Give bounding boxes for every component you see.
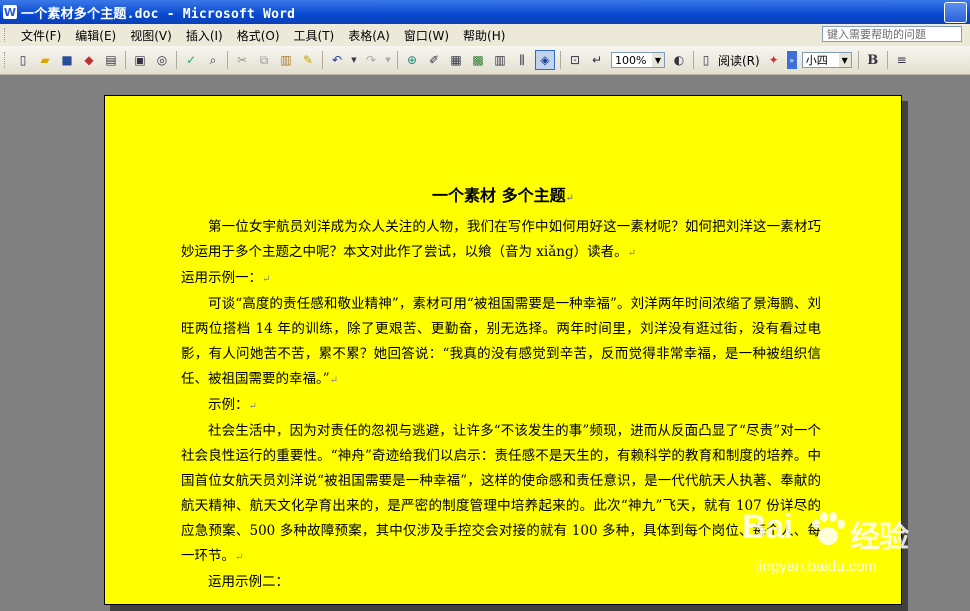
paragraph-mark-icon: ↵ <box>329 375 339 386</box>
font-size-select[interactable]: 小四 ▼ <box>801 52 852 68</box>
paragraph-mark-icon: ↵ <box>565 193 574 204</box>
toolbar-separator <box>227 51 228 69</box>
spelling-icon[interactable]: ✓ <box>182 51 200 69</box>
menu-edit[interactable]: 编辑(E) <box>68 27 123 44</box>
toolbar-separator <box>693 51 694 69</box>
menu-table[interactable]: 表格(A) <box>341 27 397 44</box>
menu-insert[interactable]: 插入(I) <box>179 27 230 44</box>
menu-help[interactable]: 帮助(H) <box>456 27 512 44</box>
read-mode-icon[interactable]: ▯ <box>699 51 713 69</box>
chevron-down-icon[interactable]: ▼ <box>652 53 664 67</box>
document-title[interactable]: 一个素材 多个主题↵ <box>105 182 901 206</box>
menu-bar: 文件(F) 编辑(E) 视图(V) 插入(I) 格式(O) 工具(T) 表格(A… <box>0 24 970 46</box>
toolbar-separator <box>176 51 177 69</box>
undo-dropdown-icon[interactable]: ▼ <box>350 51 358 69</box>
watermark-brand-text: 经验 <box>850 521 909 554</box>
drawing-icon[interactable]: ⫼ <box>513 51 531 69</box>
paragraph: 社会生活中，因为对责任的忽视与逃避，让许多“不该发生的事”频现，进而从反面凸显了… <box>181 423 821 564</box>
new-document-icon[interactable]: ▯ <box>14 51 32 69</box>
open-folder-icon[interactable]: ▰ <box>36 51 54 69</box>
toolbar-separator <box>560 51 561 69</box>
columns-icon[interactable]: ▥ <box>491 51 509 69</box>
print-preview-icon[interactable]: ▣ <box>131 51 149 69</box>
paragraph-mark-icon: ↵ <box>627 248 636 259</box>
redo-icon[interactable]: ↷ <box>362 51 380 69</box>
redo-dropdown-icon[interactable]: ▼ <box>384 51 392 69</box>
copy-icon[interactable]: ⧉ <box>255 51 273 69</box>
menu-grip-icon[interactable] <box>4 28 8 42</box>
bold-button[interactable]: B <box>864 51 882 69</box>
zoom-select[interactable]: 100% ▼ <box>611 52 665 68</box>
align-justify-icon[interactable]: ≡ <box>893 51 911 69</box>
paragraph: 运用示例二： <box>208 574 289 590</box>
show-hide-icon[interactable]: ⊡ <box>566 51 584 69</box>
print-icon[interactable]: ▤ <box>102 51 120 69</box>
document-body[interactable]: 第一位女宇航员刘洋成为众人关注的人物，我们在写作中如何用好这一素材呢？如何把刘洋… <box>181 215 821 595</box>
research-pane-icon[interactable]: ✦ <box>765 51 783 69</box>
menu-file[interactable]: 文件(F) <box>14 27 68 44</box>
window-title: 一个素材多个主题.doc - Microsoft Word <box>21 6 296 22</box>
read-mode-button[interactable]: 阅读(R) <box>718 52 760 69</box>
paragraph-mark-icon: ↵ <box>248 401 257 412</box>
toolbar-separator <box>125 51 126 69</box>
paragraph-mark-icon: ↵ <box>235 552 244 563</box>
zoom-value: 100% <box>615 53 647 67</box>
chevron-down-icon[interactable]: ▼ <box>838 53 851 67</box>
menu-view[interactable]: 视图(V) <box>123 27 179 44</box>
undo-icon[interactable]: ↶ <box>328 51 346 69</box>
help-icon[interactable]: ◐ <box>670 51 688 69</box>
preview-magnifier-icon[interactable]: ◎ <box>153 51 171 69</box>
paragraph: 第一位女宇航员刘洋成为众人关注的人物，我们在写作中如何用好这一素材呢？如何把刘洋… <box>181 219 821 260</box>
document-map-icon[interactable]: ◈ <box>535 50 555 70</box>
title-bar: W 一个素材多个主题.doc - Microsoft Word <box>0 0 970 24</box>
toolbar-separator <box>857 51 859 69</box>
help-search-input[interactable]: 键入需要帮助的问题 <box>822 26 962 42</box>
toolbar-grip-icon[interactable] <box>4 52 8 68</box>
standard-toolbar: ▯ ▰ ■ ◆ ▤ ▣ ◎ ✓ ⌕ ✂ ⧉ ▥ ✎ ↶ ▼ ↷ ▼ ⊕ ✐ ▦ … <box>0 46 970 75</box>
menu-window[interactable]: 窗口(W) <box>397 27 456 44</box>
paw-logo-icon <box>812 512 845 545</box>
paste-icon[interactable]: ▥ <box>277 51 295 69</box>
paragraph-mark-icon[interactable]: ↵ <box>588 51 606 69</box>
toolbar-separator <box>322 51 323 69</box>
paragraph-mark-icon: ↵ <box>262 274 271 285</box>
save-icon[interactable]: ■ <box>58 51 76 69</box>
permission-icon[interactable]: ◆ <box>80 51 98 69</box>
paragraph: 示例：↵ <box>208 397 257 413</box>
menu-tools[interactable]: 工具(T) <box>287 27 342 44</box>
hyperlink-icon[interactable]: ⊕ <box>403 51 421 69</box>
word-app-icon[interactable]: W <box>3 5 17 19</box>
document-title-text: 一个素材 多个主题 <box>432 186 566 205</box>
menu-format[interactable]: 格式(O) <box>230 27 287 44</box>
paragraph: 运用示例一：↵ <box>181 270 271 286</box>
format-painter-icon[interactable]: ✎ <box>299 51 317 69</box>
toolbar-separator <box>886 51 888 69</box>
insert-table-icon[interactable]: ▦ <box>447 51 465 69</box>
toolbar-separator <box>397 51 398 69</box>
tables-borders-icon[interactable]: ✐ <box>425 51 443 69</box>
research-icon[interactable]: ⌕ <box>204 51 222 69</box>
font-size-value: 小四 <box>805 54 828 67</box>
watermark-logo-text: Bai <box>742 508 793 546</box>
paragraph: 可谈“高度的责任感和敬业精神”，素材可用“被祖国需要是一种幸福”。刘洋两年时间浓… <box>181 296 821 387</box>
cut-icon[interactable]: ✂ <box>233 51 251 69</box>
watermark-url: jingyan.baidu.com <box>756 558 877 575</box>
window-control-button[interactable] <box>944 2 967 23</box>
insert-excel-icon[interactable]: ▩ <box>469 51 487 69</box>
toolbar-options-icon[interactable]: » <box>786 51 797 69</box>
baidu-jingyan-watermark: Bai 经验 jingyan.baidu.com <box>742 508 962 598</box>
